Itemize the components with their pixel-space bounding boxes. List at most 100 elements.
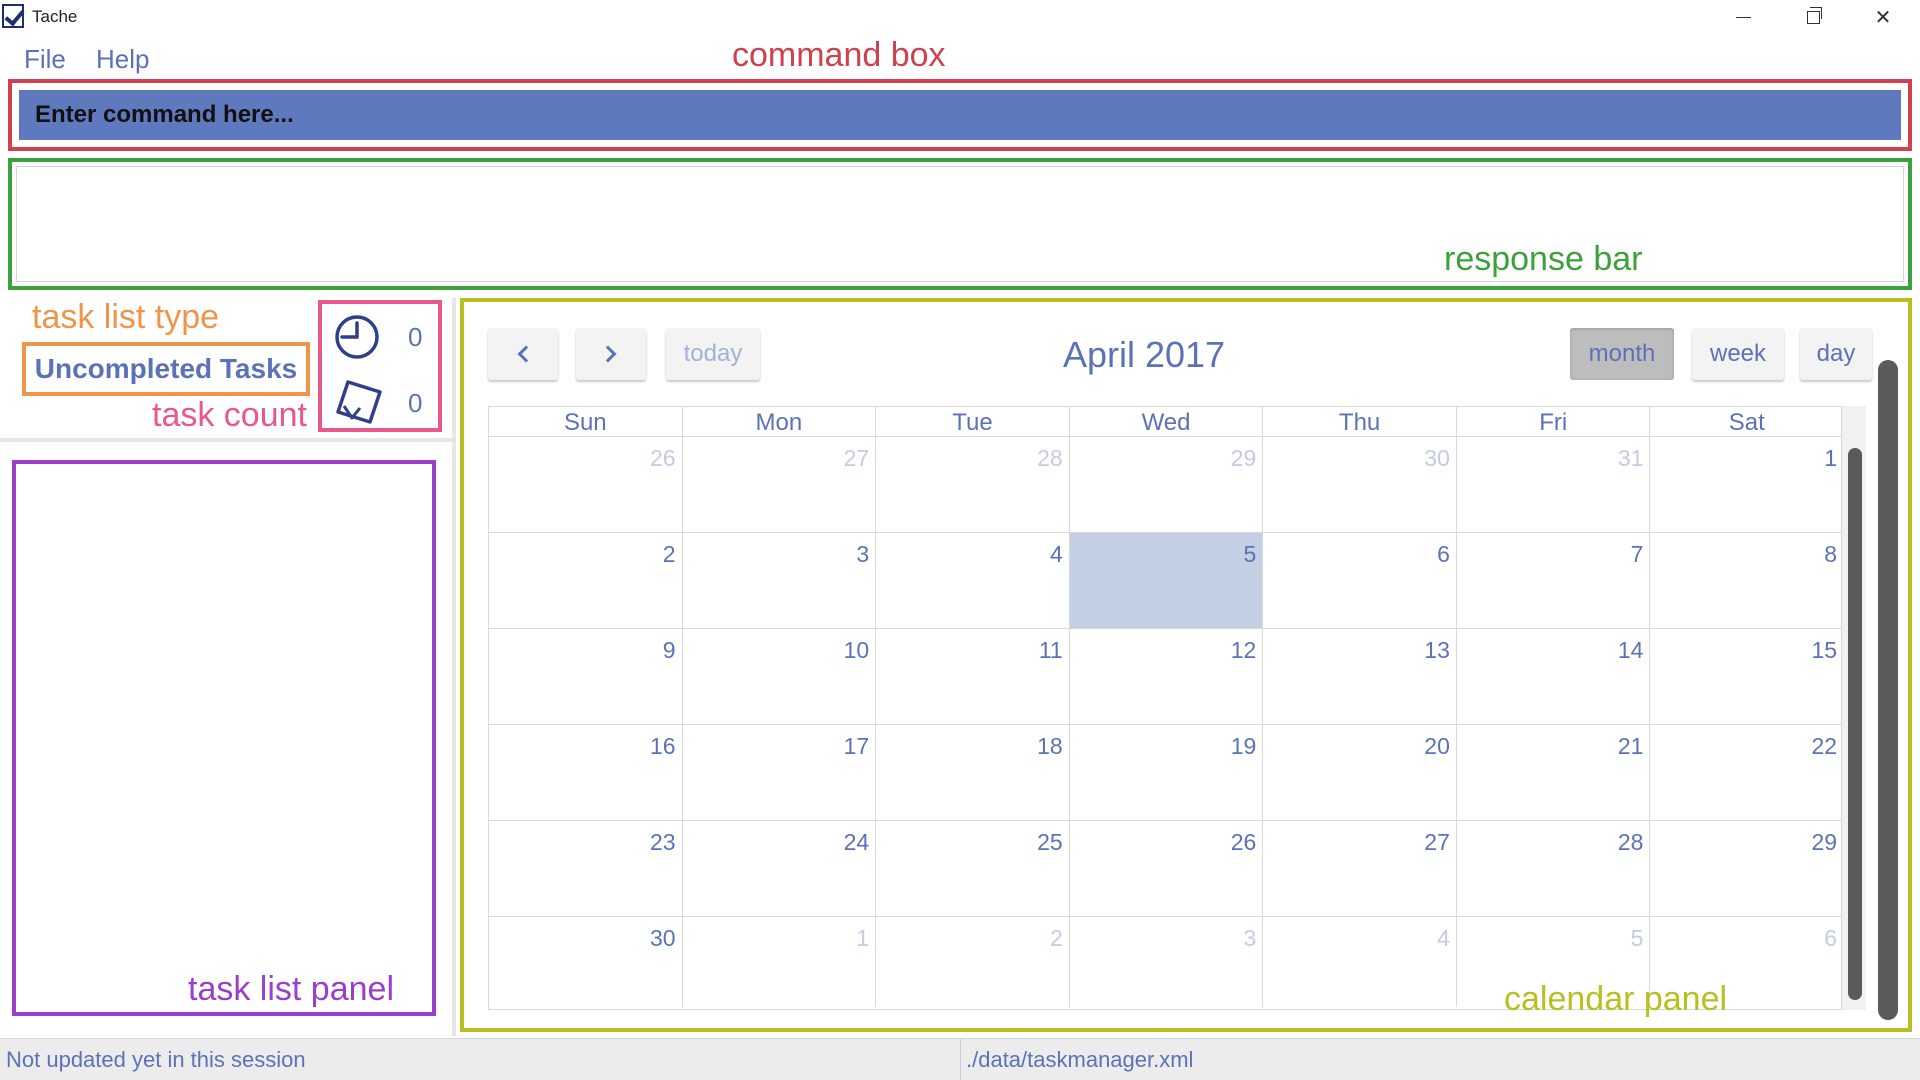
weekday-header-cell: Sun <box>489 407 683 436</box>
calendar-day-cell[interactable]: 25 <box>876 821 1070 916</box>
weekday-header-cell: Tue <box>876 407 1070 436</box>
weekday-header-cell: Thu <box>1263 407 1457 436</box>
timed-task-count: 0 <box>408 322 423 352</box>
calendar-day-number: 1 <box>856 925 870 951</box>
week-view-button[interactable]: week <box>1692 328 1784 380</box>
calendar-day-cell[interactable]: 16 <box>489 725 683 820</box>
calendar-day-cell[interactable]: 28 <box>876 437 1070 532</box>
calendar-day-number: 26 <box>1230 829 1257 855</box>
task-list-type-frame: Uncompleted Tasks <box>22 342 310 396</box>
calendar-week-row: 23 24 25 26 27 28 29 <box>489 821 1843 917</box>
calendar-day-number: 25 <box>1037 829 1063 855</box>
calendar-day-cell[interactable]: 17 <box>683 725 877 820</box>
calendar-day-number: 19 <box>1230 733 1257 759</box>
calendar-day-number: 2 <box>1049 925 1063 951</box>
calendar-day-number: 23 <box>649 829 676 855</box>
calendar-day-cell[interactable]: 2 <box>489 533 683 628</box>
today-button[interactable]: today <box>666 328 760 380</box>
calendar-panel-scrollbar[interactable] <box>1878 360 1898 1020</box>
calendar-day-number: 22 <box>1811 733 1838 759</box>
annotation-calendar-panel: calendar panel <box>1504 980 1728 1018</box>
calendar-day-cell[interactable]: 2 <box>876 917 1070 1007</box>
command-box-frame: Enter command here... <box>8 79 1912 151</box>
chevron-left-icon <box>517 345 535 363</box>
calendar-day-number: 29 <box>1811 829 1838 855</box>
calendar-day-cell[interactable]: 24 <box>683 821 877 916</box>
calendar-day-cell[interactable]: 22 <box>1650 725 1843 820</box>
minimize-icon <box>1735 16 1751 18</box>
status-bar: Not updated yet in this session ./data/t… <box>0 1038 1920 1080</box>
calendar-day-cell[interactable]: 26 <box>489 437 683 532</box>
day-view-button[interactable]: day <box>1800 328 1872 380</box>
calendar-day-cell[interactable]: 8 <box>1650 533 1843 628</box>
panel-splitter[interactable] <box>452 298 456 1036</box>
calendar-day-number: 14 <box>1617 637 1644 663</box>
calendar-grid-scrollbar[interactable] <box>1842 406 1866 1010</box>
next-month-button[interactable] <box>576 328 646 380</box>
calendar-day-cell[interactable]: 3 <box>1070 917 1264 1007</box>
calendar-week-row: 9 10 11 12 13 14 15 <box>489 629 1843 725</box>
calendar-day-cell[interactable]: 4 <box>1263 917 1457 1007</box>
calendar-day-number: 28 <box>1037 445 1063 471</box>
calendar-day-cell[interactable]: 26 <box>1070 821 1264 916</box>
calendar-day-number: 27 <box>1424 829 1450 855</box>
close-icon: ✕ <box>1874 5 1892 29</box>
close-button[interactable]: ✕ <box>1848 0 1918 34</box>
calendar-day-cell[interactable]: 1 <box>1650 437 1843 532</box>
task-list-panel <box>12 460 436 1016</box>
calendar-day-number: 21 <box>1617 733 1644 759</box>
calendar-day-number: 3 <box>856 541 870 567</box>
calendar-day-cell[interactable]: 19 <box>1070 725 1264 820</box>
calendar-day-cell[interactable]: 30 <box>1263 437 1457 532</box>
calendar-grid-scroll-thumb[interactable] <box>1848 448 1862 1000</box>
weekday-header-cell: Wed <box>1070 407 1264 436</box>
calendar-day-cell[interactable]: 31 <box>1457 437 1651 532</box>
status-separator <box>960 1039 961 1080</box>
floating-task-count: 0 <box>408 388 423 418</box>
prev-month-button[interactable] <box>488 328 558 380</box>
calendar-day-number: 28 <box>1617 829 1644 855</box>
calendar-day-cell[interactable]: 27 <box>683 437 877 532</box>
calendar-day-cell[interactable]: 6 <box>1263 533 1457 628</box>
calendar-day-cell[interactable]: 14 <box>1457 629 1651 724</box>
calendar-day-number: 12 <box>1230 637 1257 663</box>
month-view-button[interactable]: month <box>1570 328 1674 380</box>
calendar-day-cell[interactable]: 27 <box>1263 821 1457 916</box>
menu-help[interactable]: Help <box>96 44 149 75</box>
calendar-day-cell[interactable]: 18 <box>876 725 1070 820</box>
calendar-day-number: 31 <box>1617 445 1644 471</box>
annotation-task-list-panel: task list panel <box>188 970 394 1008</box>
menu-file[interactable]: File <box>24 44 66 75</box>
calendar-day-cell[interactable]: 3 <box>683 533 877 628</box>
maximize-button[interactable] <box>1778 0 1848 34</box>
calendar-day-number: 27 <box>843 445 870 471</box>
calendar-day-number: 4 <box>1049 541 1063 567</box>
calendar-day-cell[interactable]: 21 <box>1457 725 1651 820</box>
left-panel-divider <box>0 438 452 442</box>
calendar-day-cell[interactable]: 29 <box>1650 821 1843 916</box>
calendar-day-cell[interactable]: 13 <box>1263 629 1457 724</box>
calendar-day-cell[interactable]: 29 <box>1070 437 1264 532</box>
calendar-day-cell[interactable]: 30 <box>489 917 683 1007</box>
calendar-day-cell[interactable]: 28 <box>1457 821 1651 916</box>
calendar-day-number: 9 <box>662 637 676 663</box>
minimize-button[interactable] <box>1708 0 1778 34</box>
calendar-day-number: 5 <box>1630 925 1644 951</box>
calendar-week-row: 16 17 18 19 20 21 22 <box>489 725 1843 821</box>
calendar-day-number: 30 <box>649 925 676 951</box>
calendar-day-cell[interactable]: 23 <box>489 821 683 916</box>
calendar-day-cell[interactable]: 12 <box>1070 629 1264 724</box>
calendar-day-cell[interactable]: 11 <box>876 629 1070 724</box>
command-input[interactable]: Enter command here... <box>19 90 1901 140</box>
calendar-day-cell[interactable]: 9 <box>489 629 683 724</box>
calendar-day-cell[interactable]: 7 <box>1457 533 1651 628</box>
calendar-day-cell-today[interactable]: 5 <box>1069 533 1264 628</box>
calendar-day-cell[interactable]: 15 <box>1650 629 1843 724</box>
calendar-day-cell[interactable]: 4 <box>876 533 1070 628</box>
calendar-day-cell[interactable]: 10 <box>683 629 877 724</box>
calendar-week-row: 26 27 28 29 30 31 1 <box>489 437 1843 533</box>
calendar-day-cell[interactable]: 1 <box>683 917 877 1007</box>
calendar-day-number: 15 <box>1811 637 1838 663</box>
calendar-day-cell[interactable]: 20 <box>1263 725 1457 820</box>
calendar-day-number: 13 <box>1424 637 1450 663</box>
